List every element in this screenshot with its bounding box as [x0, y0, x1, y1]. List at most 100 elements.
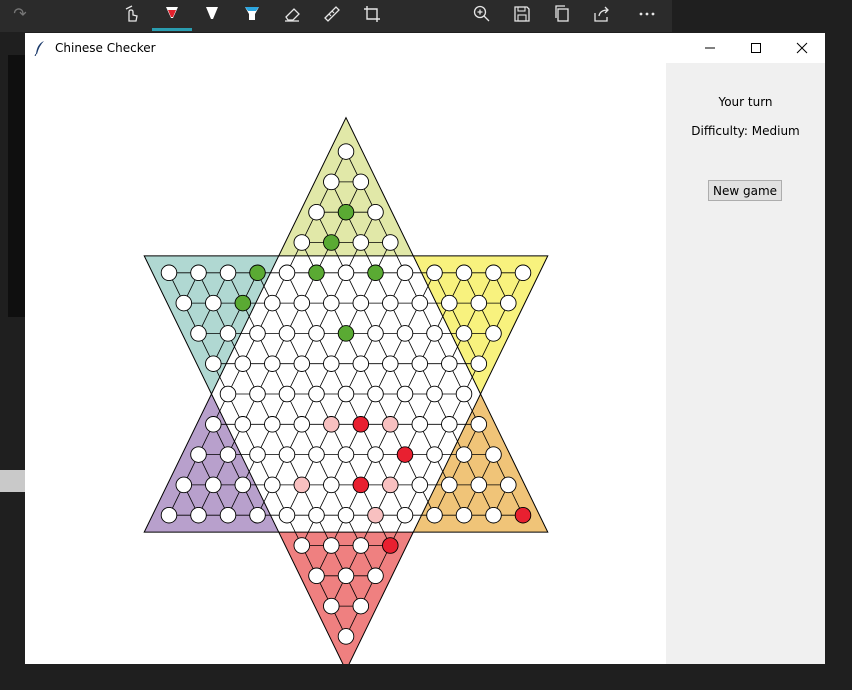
- board-hole[interactable]: [411, 294, 429, 312]
- board-hole[interactable]: [367, 385, 384, 403]
- board-hole[interactable]: [205, 416, 222, 433]
- board-hole[interactable]: [308, 446, 325, 463]
- board-hole[interactable]: [308, 506, 325, 524]
- board-hole[interactable]: [485, 325, 502, 342]
- green-piece[interactable]: [234, 294, 252, 312]
- board-hole[interactable]: [205, 355, 222, 372]
- board-hole[interactable]: [337, 143, 355, 160]
- pencil-icon[interactable]: [200, 2, 224, 26]
- board-hole[interactable]: [219, 385, 237, 403]
- board-hole[interactable]: [264, 476, 281, 494]
- board-hole[interactable]: [293, 416, 311, 433]
- board-hole[interactable]: [293, 234, 311, 251]
- board-hole[interactable]: [426, 264, 443, 282]
- board-hole[interactable]: [308, 385, 325, 403]
- red-piece[interactable]: [352, 476, 370, 494]
- board-hole[interactable]: [396, 264, 414, 282]
- board-hole[interactable]: [323, 294, 340, 312]
- board-hole[interactable]: [249, 506, 266, 524]
- board-hole[interactable]: [382, 294, 399, 312]
- green-piece[interactable]: [323, 234, 340, 251]
- copy-icon[interactable]: [550, 2, 574, 26]
- board-hole[interactable]: [411, 476, 429, 494]
- board-hole[interactable]: [455, 385, 473, 403]
- red-piece[interactable]: [396, 446, 414, 463]
- green-piece[interactable]: [337, 325, 355, 342]
- board-hole[interactable]: [352, 234, 370, 251]
- board-hole[interactable]: [264, 416, 281, 433]
- board-hole[interactable]: [426, 325, 443, 342]
- board-hole[interactable]: [278, 325, 296, 342]
- board-hole[interactable]: [367, 567, 384, 585]
- more-icon[interactable]: [635, 2, 659, 26]
- board-hole[interactable]: [249, 446, 266, 463]
- game-board-canvas[interactable]: [25, 63, 666, 672]
- highlighter-icon[interactable]: [240, 2, 264, 26]
- move-highlight[interactable]: [293, 476, 311, 494]
- board-hole[interactable]: [337, 628, 355, 645]
- board-hole[interactable]: [426, 385, 443, 403]
- undo-icon[interactable]: ↷: [8, 2, 32, 26]
- move-highlight[interactable]: [382, 476, 399, 494]
- minimize-button[interactable]: [687, 33, 733, 63]
- board-hole[interactable]: [205, 294, 222, 312]
- board-hole[interactable]: [219, 264, 237, 282]
- board-hole[interactable]: [485, 446, 502, 463]
- board-hole[interactable]: [175, 476, 193, 494]
- board-hole[interactable]: [485, 506, 502, 524]
- board-hole[interactable]: [278, 506, 296, 524]
- title-bar[interactable]: Chinese Checker: [25, 33, 825, 63]
- board-hole[interactable]: [352, 355, 370, 372]
- move-highlight[interactable]: [382, 416, 399, 433]
- green-piece[interactable]: [249, 264, 266, 282]
- board-hole[interactable]: [411, 355, 429, 372]
- board-hole[interactable]: [219, 506, 237, 524]
- board-hole[interactable]: [249, 385, 266, 403]
- board-hole[interactable]: [264, 355, 281, 372]
- board-hole[interactable]: [219, 446, 237, 463]
- red-piece[interactable]: [352, 416, 370, 433]
- board-hole[interactable]: [264, 294, 281, 312]
- board-hole[interactable]: [293, 537, 311, 554]
- board-hole[interactable]: [500, 476, 517, 494]
- board-hole[interactable]: [426, 446, 443, 463]
- board-hole[interactable]: [308, 567, 325, 585]
- board-hole[interactable]: [441, 355, 458, 372]
- board-hole[interactable]: [382, 355, 399, 372]
- board-hole[interactable]: [455, 325, 473, 342]
- board-hole[interactable]: [455, 446, 473, 463]
- board-hole[interactable]: [470, 355, 488, 372]
- green-piece[interactable]: [308, 264, 325, 282]
- maximize-button[interactable]: [733, 33, 779, 63]
- board-hole[interactable]: [190, 506, 207, 524]
- board-hole[interactable]: [396, 325, 414, 342]
- board-hole[interactable]: [367, 325, 384, 342]
- touch-writing-icon[interactable]: [120, 2, 144, 26]
- red-piece[interactable]: [514, 506, 532, 524]
- board-hole[interactable]: [190, 446, 207, 463]
- board-hole[interactable]: [470, 294, 488, 312]
- board-hole[interactable]: [352, 294, 370, 312]
- board-hole[interactable]: [308, 325, 325, 342]
- close-button[interactable]: [779, 33, 825, 63]
- board-hole[interactable]: [514, 264, 532, 282]
- board-hole[interactable]: [396, 506, 414, 524]
- board-hole[interactable]: [352, 597, 370, 615]
- board-hole[interactable]: [352, 173, 370, 191]
- chinese-checker-board[interactable]: [25, 63, 666, 672]
- move-highlight[interactable]: [367, 506, 384, 524]
- board-hole[interactable]: [234, 476, 252, 494]
- board-hole[interactable]: [219, 325, 237, 342]
- green-piece[interactable]: [367, 264, 384, 282]
- board-hole[interactable]: [337, 264, 355, 282]
- board-hole[interactable]: [205, 476, 222, 494]
- board-hole[interactable]: [382, 234, 399, 251]
- board-hole[interactable]: [160, 506, 178, 524]
- board-hole[interactable]: [455, 264, 473, 282]
- board-hole[interactable]: [190, 264, 207, 282]
- board-hole[interactable]: [175, 294, 193, 312]
- board-hole[interactable]: [337, 446, 355, 463]
- board-hole[interactable]: [411, 416, 429, 433]
- board-hole[interactable]: [470, 416, 488, 433]
- move-highlight[interactable]: [323, 416, 340, 433]
